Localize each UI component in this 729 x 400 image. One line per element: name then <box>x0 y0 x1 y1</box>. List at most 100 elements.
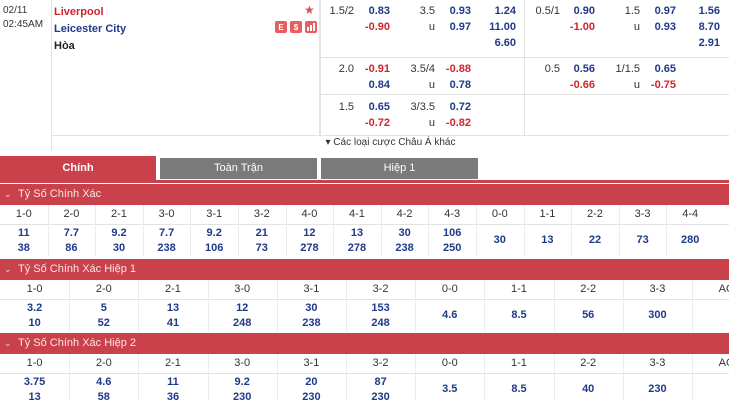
ft-hdp-away[interactable]: -0.72 <box>358 117 390 129</box>
score-odds-top[interactable]: 106 <box>428 227 476 239</box>
score-odds-bottom[interactable]: 278 <box>286 242 334 254</box>
score-odds-top[interactable]: 9.2 <box>190 227 238 239</box>
h1-ou-over[interactable]: 0.65 <box>645 63 676 75</box>
score-odds-bottom[interactable]: 52 <box>69 317 138 329</box>
section-header[interactable]: ⌄ Tỷ Số Chính Xác <box>0 184 729 205</box>
score-odds-top[interactable]: 300 <box>623 309 692 321</box>
ft-ou-under[interactable]: -0.82 <box>440 117 471 129</box>
h1-hdp-away[interactable]: -0.66 <box>563 79 595 91</box>
score-odds-bottom[interactable]: 41 <box>138 317 207 329</box>
score-odds-bottom[interactable]: 73 <box>238 242 286 254</box>
score-odds-top[interactable]: 3.5 <box>415 383 484 395</box>
h1-hdp-home[interactable]: 0.56 <box>563 63 595 75</box>
score-odds-top[interactable]: 30 <box>381 227 429 239</box>
score-odds-top[interactable]: 11 <box>138 376 207 388</box>
score-odds-top[interactable]: 4.6 <box>69 376 138 388</box>
h1-ou-over[interactable]: 0.97 <box>645 5 676 17</box>
score-odds-top[interactable]: 7.7 <box>48 227 96 239</box>
tab-main[interactable]: Chính <box>0 156 156 180</box>
score-odds-bottom[interactable]: 248 <box>346 317 415 329</box>
score-odds-top[interactable]: 30 <box>476 234 524 246</box>
more-asian-markets-link[interactable]: ▾ Các loại cược Châu Á khác <box>52 135 729 150</box>
h1-1x2-away[interactable]: 8.70 <box>684 21 720 33</box>
score-odds-bottom[interactable]: 36 <box>138 391 207 400</box>
score-odds-top[interactable]: 13 <box>524 234 572 246</box>
score-odds-bottom[interactable]: 250 <box>428 242 476 254</box>
score-odds-top[interactable]: 4.6 <box>415 309 484 321</box>
score-odds-top[interactable]: 3.75 <box>0 376 69 388</box>
score-odds-bottom[interactable]: 238 <box>381 242 429 254</box>
h1-hdp-home[interactable]: 0.90 <box>563 5 595 17</box>
ft-1x2-away[interactable]: 11.00 <box>480 21 516 33</box>
score-odds-top[interactable]: 5 <box>69 302 138 314</box>
tab-first-half[interactable]: Hiệp 1 <box>321 158 478 179</box>
score-odds-bottom[interactable]: 13 <box>0 391 69 400</box>
score-odds-top[interactable]: 280 <box>666 234 714 246</box>
ft-hdp-home[interactable]: 0.83 <box>358 5 390 17</box>
ft-ou-under[interactable]: 0.97 <box>440 21 471 33</box>
score-odds-top[interactable]: 21 <box>238 227 286 239</box>
score-odds-bottom[interactable]: 230 <box>208 391 277 400</box>
chart-icon[interactable] <box>305 21 317 33</box>
score-odds-bottom[interactable]: 106 <box>190 242 238 254</box>
score-odds-bottom[interactable]: 10 <box>0 317 69 329</box>
score-odds-top[interactable]: 13 <box>138 302 207 314</box>
score-odds-top[interactable]: 20 <box>277 376 346 388</box>
score-odds-top[interactable]: 8.5 <box>484 309 553 321</box>
odds-icon[interactable]: $ <box>290 21 302 33</box>
score-odds-bottom[interactable]: 248 <box>208 317 277 329</box>
score-odds-bottom[interactable]: 86 <box>48 242 96 254</box>
ft-hdp-away[interactable]: -0.90 <box>358 21 390 33</box>
score-odds-bottom[interactable]: 238 <box>143 242 191 254</box>
score-odds-top[interactable]: 73 <box>619 234 667 246</box>
ft-1x2-home[interactable]: 1.24 <box>480 5 516 17</box>
score-labels-row: 1-0 2-0 2-1 3-0 3-1 3-2 0-0 1-1 2-2 3-3 AO <box>0 354 729 400</box>
score-odds-bottom[interactable]: 230 <box>346 391 415 400</box>
score-odds-bottom[interactable]: 30 <box>95 242 143 254</box>
ft-hdp-home[interactable]: -0.91 <box>358 63 390 75</box>
ft-ou-over[interactable]: 0.93 <box>440 5 471 17</box>
home-team[interactable]: Liverpool <box>54 4 319 21</box>
score-odds-top[interactable]: 40 <box>554 383 623 395</box>
score-odds-top[interactable]: 8.5 <box>484 383 553 395</box>
score-odds-top[interactable]: 87 <box>346 376 415 388</box>
ft-1x2-draw[interactable]: 6.60 <box>480 37 516 49</box>
h1-1x2-draw[interactable]: 2.91 <box>684 37 720 49</box>
score-odds-bottom[interactable]: 278 <box>333 242 381 254</box>
chevron-down-icon[interactable]: ⌄ <box>4 333 18 354</box>
section-header[interactable]: ⌄ Tỷ Số Chính Xác Hiệp 2 <box>0 333 729 354</box>
h1-ou-under[interactable]: -0.75 <box>645 79 676 91</box>
score-odds-bottom[interactable]: 230 <box>277 391 346 400</box>
ft-ou-over[interactable]: -0.88 <box>440 63 471 75</box>
ft-ou-under[interactable]: 0.78 <box>440 79 471 91</box>
score-odds-top[interactable]: 12 <box>208 302 277 314</box>
score-odds-bottom[interactable]: 38 <box>0 242 48 254</box>
ft-hdp-away[interactable]: 0.84 <box>358 79 390 91</box>
score-odds-bottom[interactable]: 238 <box>277 317 346 329</box>
chevron-down-icon[interactable]: ⌄ <box>4 259 18 280</box>
chevron-down-icon[interactable]: ⌄ <box>4 184 18 205</box>
score-odds-top[interactable]: 9.2 <box>208 376 277 388</box>
h1-ou-u: u <box>633 79 640 91</box>
score-odds-top[interactable]: 56 <box>554 309 623 321</box>
ft-ou-over[interactable]: 0.72 <box>440 101 471 113</box>
star-icon[interactable]: ★ <box>304 3 315 17</box>
tab-full-match[interactable]: Toàn Trận <box>160 158 317 179</box>
score-odds-top[interactable]: 9.2 <box>95 227 143 239</box>
h1-hdp-away[interactable]: -1.00 <box>563 21 595 33</box>
score-odds-top[interactable]: 30 <box>277 302 346 314</box>
ft-hdp-home[interactable]: 0.65 <box>358 101 390 113</box>
score-odds-top[interactable]: 11 <box>0 227 48 239</box>
section-header[interactable]: ⌄ Tỷ Số Chính Xác Hiệp 1 <box>0 259 729 280</box>
score-odds-top[interactable]: 230 <box>623 383 692 395</box>
h1-1x2-home[interactable]: 1.56 <box>684 5 720 17</box>
score-odds-top[interactable]: 153 <box>346 302 415 314</box>
score-odds-bottom[interactable]: 58 <box>69 391 138 400</box>
score-odds-top[interactable]: 3.2 <box>0 302 69 314</box>
score-odds-top[interactable]: 22 <box>571 234 619 246</box>
h1-ou-under[interactable]: 0.93 <box>645 21 676 33</box>
score-odds-top[interactable]: 12 <box>286 227 334 239</box>
score-odds-top[interactable]: 7.7 <box>143 227 191 239</box>
event-icon[interactable]: E <box>275 21 287 33</box>
score-odds-top[interactable]: 13 <box>333 227 381 239</box>
